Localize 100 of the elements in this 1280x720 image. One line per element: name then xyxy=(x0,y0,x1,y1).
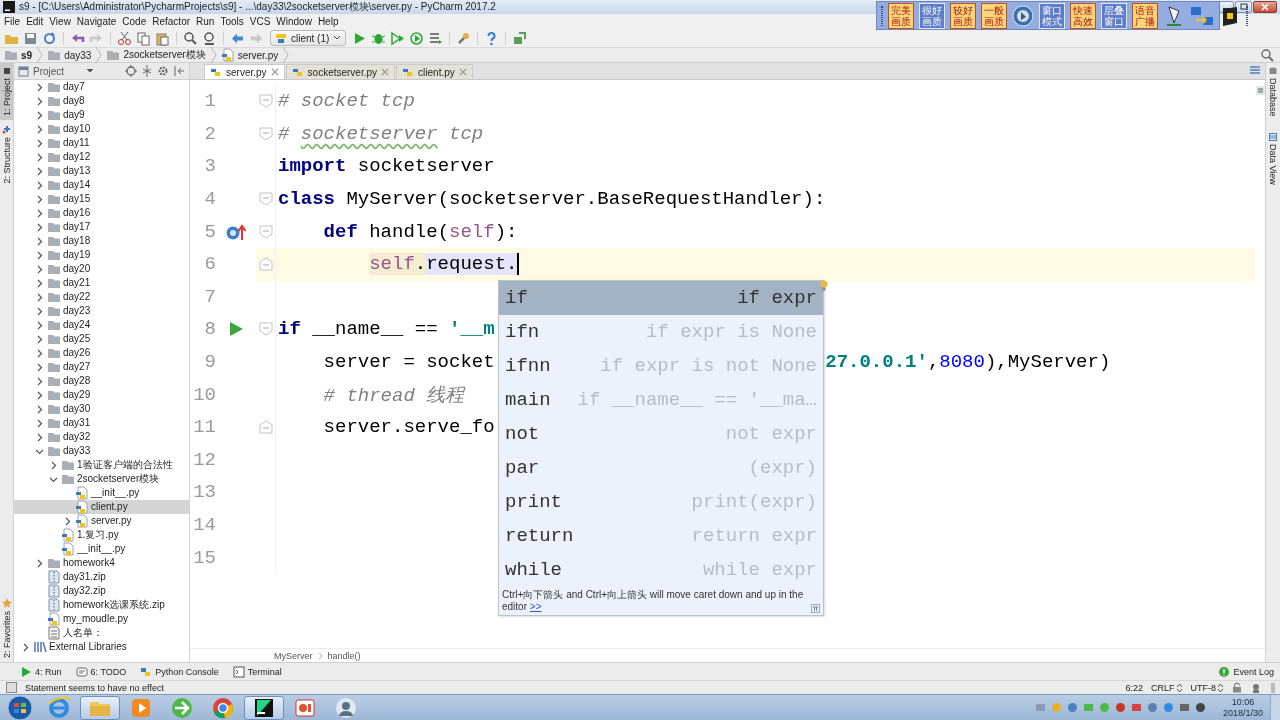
tool-window-tab[interactable]: 1: Project xyxy=(0,63,13,121)
tree-item[interactable]: day30 xyxy=(14,402,189,416)
tree-item[interactable]: client.py xyxy=(14,500,189,514)
tree-item[interactable]: day19 xyxy=(14,248,189,262)
tray-icon[interactable] xyxy=(1146,702,1158,713)
lock-icon[interactable] xyxy=(1232,682,1242,693)
tool-window-tab[interactable]: Event Log xyxy=(1218,665,1274,678)
tree-item[interactable]: homework选课系统.zip xyxy=(14,598,189,612)
run-configuration-dropdown[interactable]: client (1) xyxy=(270,30,347,46)
paste-icon[interactable] xyxy=(155,30,170,46)
menu-item[interactable]: VCS xyxy=(246,14,274,29)
tree-item[interactable]: External Libraries xyxy=(14,640,189,654)
breadcrumb-item[interactable]: server.py xyxy=(220,48,279,62)
tool-window-tab[interactable]: 6: TODO xyxy=(75,665,127,678)
inspector-icon[interactable] xyxy=(1250,681,1262,694)
tree-item[interactable]: server.py xyxy=(14,514,189,528)
tool-windows-icon[interactable] xyxy=(6,682,17,693)
menu-item[interactable]: Help xyxy=(314,14,342,29)
tree-item[interactable]: day32 xyxy=(14,430,189,444)
tool-window-tab[interactable]: Data View xyxy=(1266,132,1280,185)
coverage-icon[interactable] xyxy=(390,30,406,46)
tree-item[interactable]: day8 xyxy=(14,94,189,108)
tree-item[interactable]: day7 xyxy=(14,80,189,94)
tree-item[interactable]: __init__.py xyxy=(14,486,189,500)
cut-icon[interactable] xyxy=(117,30,132,46)
tree-item[interactable]: __init__.py xyxy=(14,542,189,556)
close-button[interactable] xyxy=(1253,1,1277,13)
quality-button[interactable]: 很好画质 xyxy=(919,2,945,29)
tasks-icon[interactable] xyxy=(428,30,444,46)
copy-icon[interactable] xyxy=(136,30,151,46)
tree-item[interactable]: day15 xyxy=(14,192,189,206)
lightbulb-icon[interactable] xyxy=(820,280,828,291)
more-link[interactable]: >> xyxy=(529,601,542,612)
breadcrumb-item[interactable]: day33 xyxy=(47,48,92,62)
tray-icon[interactable] xyxy=(1194,702,1206,713)
caret-position[interactable]: 6:22 xyxy=(1125,682,1143,693)
quality-button[interactable]: 一般画质 xyxy=(981,2,1007,29)
menu-item[interactable]: View xyxy=(46,14,74,29)
quality-button[interactable]: 层叠窗口 xyxy=(1101,2,1127,29)
search-icon[interactable] xyxy=(1260,48,1274,62)
override-icon[interactable] xyxy=(225,222,247,241)
tree-item[interactable]: day17 xyxy=(14,220,189,234)
tree-item[interactable]: homework4 xyxy=(14,556,189,570)
tree-item[interactable]: day11 xyxy=(14,136,189,150)
menu-item[interactable]: Code xyxy=(119,14,150,29)
search-icon[interactable] xyxy=(183,30,198,46)
completion-item[interactable]: if if expr xyxy=(499,281,823,315)
pi-icon[interactable] xyxy=(811,604,820,613)
editor-tab[interactable]: client.py xyxy=(396,64,473,79)
tree-item[interactable]: day23 xyxy=(14,304,189,318)
tool-window-tab[interactable]: Database xyxy=(1266,67,1280,117)
tool-window-tab[interactable]: 4: Run xyxy=(20,665,62,678)
menu-item[interactable]: Refactor xyxy=(149,14,194,29)
tree-item[interactable]: day25 xyxy=(14,332,189,346)
tree-item[interactable]: day31 xyxy=(14,416,189,430)
tree-item[interactable]: 人名单： xyxy=(14,626,189,640)
tree-item[interactable]: 1.复习.py xyxy=(14,528,189,542)
tree-item[interactable]: 1验证客户端的合法性 xyxy=(14,458,189,472)
tree-item[interactable]: day14 xyxy=(14,178,189,192)
menu-item[interactable]: File xyxy=(1,14,24,29)
tree-item[interactable]: my_moudle.py xyxy=(14,612,189,626)
quality-button[interactable]: 快速高效 xyxy=(1070,2,1096,29)
breadcrumb-item[interactable]: MyServer xyxy=(274,650,313,661)
menu-item[interactable]: Tools xyxy=(217,14,247,29)
tree-item[interactable]: day22 xyxy=(14,290,189,304)
encoding-selector[interactable]: UTF-8 xyxy=(1190,682,1224,693)
tree-item[interactable]: day29 xyxy=(14,388,189,402)
quality-button[interactable]: 较好画质 xyxy=(950,2,976,29)
menu-item[interactable]: Edit xyxy=(23,14,47,29)
tool-window-tab[interactable]: Python Console xyxy=(140,665,219,678)
tray-icon[interactable] xyxy=(1066,702,1078,713)
clock[interactable]: 10:06 2018/1/30 xyxy=(1216,696,1269,719)
pin-icon[interactable] xyxy=(1012,4,1034,27)
close-icon[interactable] xyxy=(270,68,279,76)
tray-icon[interactable] xyxy=(1114,702,1126,713)
editor-tab[interactable]: socketserver.py xyxy=(285,64,396,79)
tree-item[interactable]: day18 xyxy=(14,234,189,248)
tree-item[interactable]: day13 xyxy=(14,164,189,178)
tool-window-tab[interactable]: Terminal xyxy=(232,665,282,678)
taskbar-button[interactable] xyxy=(244,695,284,720)
menu-item[interactable]: Window xyxy=(273,14,315,29)
run-icon[interactable] xyxy=(228,320,244,339)
tree-item[interactable]: day16 xyxy=(14,206,189,220)
tray-icon[interactable] xyxy=(1130,702,1142,713)
menu-item[interactable]: Run xyxy=(193,14,218,29)
tree-item[interactable]: day24 xyxy=(14,318,189,332)
close-icon[interactable] xyxy=(381,68,390,76)
save-icon[interactable] xyxy=(23,30,38,46)
tab-list-icon[interactable] xyxy=(1249,65,1261,77)
line-separator-selector[interactable]: CRLF xyxy=(1151,682,1183,693)
breadcrumb-item[interactable]: 2socketserver模块 xyxy=(106,48,206,62)
replace-icon[interactable] xyxy=(202,30,217,46)
locate-icon[interactable] xyxy=(125,65,137,77)
breadcrumb-item[interactable]: s9 xyxy=(4,48,33,62)
tree-item[interactable]: day10 xyxy=(14,122,189,136)
tree-item[interactable]: day21 xyxy=(14,276,189,290)
tree-item[interactable]: day32.zip xyxy=(14,584,189,598)
breadcrumb-item[interactable]: handle() xyxy=(327,650,361,661)
tree-item[interactable]: day26 xyxy=(14,346,189,360)
profile-icon[interactable] xyxy=(409,30,425,46)
